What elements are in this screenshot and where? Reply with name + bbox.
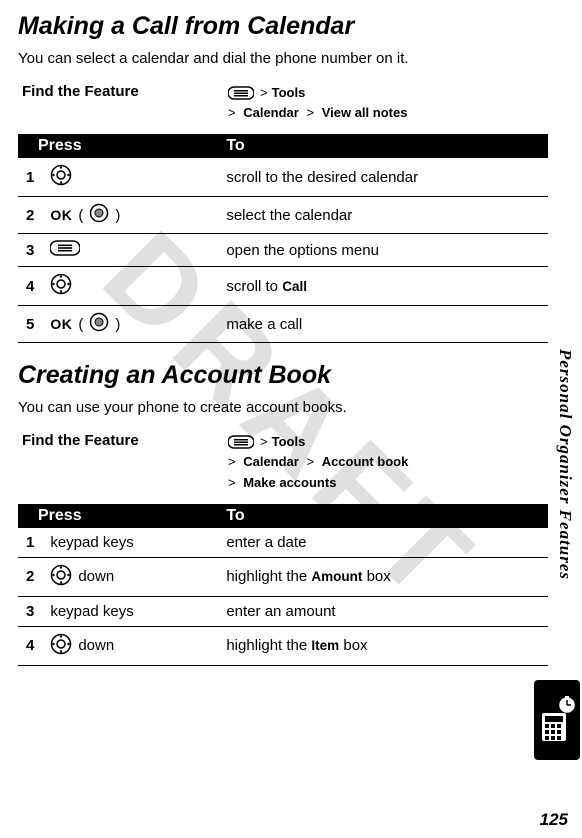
- path-makeaccounts: Make accounts: [243, 473, 336, 494]
- section-title-account: Creating an Account Book: [18, 361, 548, 390]
- ok-label: OK: [50, 316, 72, 332]
- table-row: 2 OK ( ) select the calendar: [18, 197, 548, 234]
- step-num: 4: [18, 626, 42, 665]
- step-to: scroll to the desired calendar: [218, 158, 548, 197]
- step-press: [42, 234, 218, 267]
- table-row: 1 keypad keys enter a date: [18, 528, 548, 558]
- find-feature-path-call: >Tools > Calendar > View all notes: [228, 83, 407, 125]
- path-tools: Tools: [272, 83, 306, 104]
- menu-key-icon: [50, 243, 80, 260]
- path-tools: Tools: [272, 432, 306, 453]
- nav-key-icon: [50, 564, 72, 590]
- col-press: Press: [18, 134, 218, 158]
- step-to: select the calendar: [218, 197, 548, 234]
- center-key-icon: [89, 312, 109, 336]
- col-press: Press: [18, 504, 218, 528]
- step-num: 3: [18, 234, 42, 267]
- step-num: 2: [18, 557, 42, 596]
- step-press: [42, 267, 218, 306]
- step-press: keypad keys: [42, 528, 218, 558]
- path-viewallnotes: View all notes: [322, 103, 408, 124]
- step-to: make a call: [218, 306, 548, 343]
- step-press: down: [42, 626, 218, 665]
- step-press: OK ( ): [42, 306, 218, 343]
- step-to: enter an amount: [218, 596, 548, 626]
- step-press: OK ( ): [42, 197, 218, 234]
- center-key-icon: [89, 203, 109, 227]
- path-accountbook: Account book: [322, 452, 409, 473]
- ok-label: OK: [50, 207, 72, 223]
- table-row: 3 open the options menu: [18, 234, 548, 267]
- find-feature-row-account: Find the Feature >Tools > Calendar > Acc…: [18, 432, 548, 494]
- table-row: 5 OK ( ) make a call: [18, 306, 548, 343]
- step-press: down: [42, 557, 218, 596]
- section-intro-account: You can use your phone to create account…: [18, 398, 548, 418]
- step-num: 3: [18, 596, 42, 626]
- path-calendar: Calendar: [243, 452, 299, 473]
- page-content: Making a Call from Calendar You can sele…: [0, 0, 582, 666]
- step-num: 4: [18, 267, 42, 306]
- find-feature-row-call: Find the Feature >Tools > Calendar > Vie…: [18, 83, 548, 125]
- find-feature-label: Find the Feature: [18, 432, 228, 449]
- table-row: 2 down highlight the Amount box: [18, 557, 548, 596]
- step-to: enter a date: [218, 528, 548, 558]
- step-num: 1: [18, 528, 42, 558]
- menu-key-icon: [228, 435, 254, 449]
- page-number: 125: [540, 810, 568, 830]
- nav-key-icon: [50, 633, 72, 659]
- step-num: 1: [18, 158, 42, 197]
- section-intro-call: You can select a calendar and dial the p…: [18, 49, 548, 69]
- steps-table-account: Press To 1 keypad keys enter a date 2 do…: [18, 504, 548, 666]
- table-row: 4 down highlight the Item box: [18, 626, 548, 665]
- step-press: keypad keys: [42, 596, 218, 626]
- col-to: To: [218, 134, 548, 158]
- step-to: scroll to Call: [218, 267, 548, 306]
- menu-key-icon: [228, 86, 254, 100]
- col-to: To: [218, 504, 548, 528]
- step-to: highlight the Amount box: [218, 557, 548, 596]
- steps-table-call: Press To 1 scroll to the desired calenda…: [18, 134, 548, 343]
- step-to: highlight the Item box: [218, 626, 548, 665]
- nav-key-icon: [50, 282, 72, 299]
- path-calendar: Calendar: [243, 103, 299, 124]
- step-to: open the options menu: [218, 234, 548, 267]
- organizer-icon: [534, 680, 580, 760]
- nav-key-icon: [50, 173, 72, 190]
- step-num: 5: [18, 306, 42, 343]
- table-row: 3 keypad keys enter an amount: [18, 596, 548, 626]
- step-press: [42, 158, 218, 197]
- find-feature-path-account: >Tools > Calendar > Account book > Make …: [228, 432, 408, 494]
- table-row: 4 scroll to Call: [18, 267, 548, 306]
- table-row: 1 scroll to the desired calendar: [18, 158, 548, 197]
- section-title-call: Making a Call from Calendar: [18, 12, 548, 41]
- find-feature-label: Find the Feature: [18, 83, 228, 100]
- step-num: 2: [18, 197, 42, 234]
